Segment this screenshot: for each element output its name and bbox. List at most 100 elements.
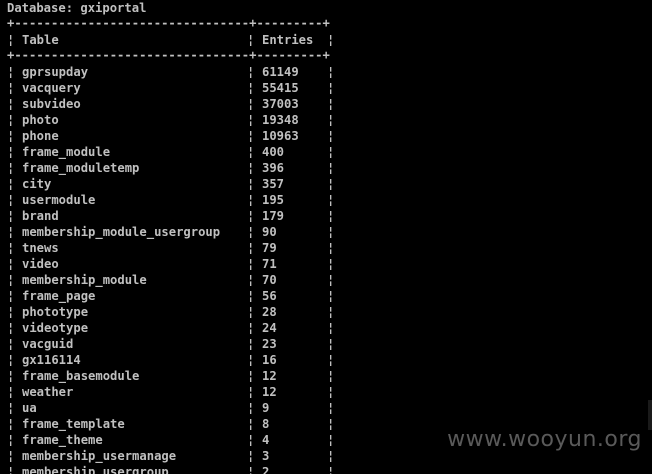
table-name-cell: ua bbox=[22, 401, 37, 415]
column-separator: ¦ bbox=[247, 433, 255, 447]
column-separator: ¦ bbox=[247, 113, 255, 127]
column-separator: ¦ bbox=[7, 209, 15, 223]
column-separator: ¦ bbox=[7, 401, 15, 415]
table-name-cell: frame_theme bbox=[22, 433, 103, 447]
console-window: Database: gxiportal +-------------------… bbox=[0, 0, 652, 474]
column-separator: ¦ bbox=[327, 289, 335, 303]
entries-cell: 90 bbox=[262, 225, 277, 239]
column-separator: ¦ bbox=[7, 81, 15, 95]
column-separator: ¦ bbox=[247, 193, 255, 207]
column-separator: ¦ bbox=[327, 113, 335, 127]
column-separator: ¦ bbox=[247, 337, 255, 351]
entries-cell: 357 bbox=[262, 177, 285, 191]
column-separator: ¦ bbox=[247, 129, 255, 143]
table-border-top: +--------------------------------+------… bbox=[7, 16, 330, 30]
column-separator: ¦ bbox=[247, 321, 255, 335]
entries-cell: 61149 bbox=[262, 65, 299, 79]
table-name-cell: brand bbox=[22, 209, 59, 223]
column-separator: ¦ bbox=[327, 385, 335, 399]
column-separator: ¦ bbox=[7, 177, 15, 191]
column-separator: ¦ bbox=[327, 417, 335, 431]
table-name-cell: frame_basemodule bbox=[22, 369, 140, 383]
column-separator: ¦ bbox=[247, 65, 255, 79]
entries-cell: 56 bbox=[262, 289, 277, 303]
column-separator: ¦ bbox=[247, 81, 255, 95]
table-row: ¦ membership_usergroup ¦ 2 ¦ bbox=[0, 464, 652, 474]
entries-cell: 70 bbox=[262, 273, 277, 287]
entries-cell: 179 bbox=[262, 209, 285, 223]
column-separator: ¦ bbox=[7, 449, 15, 463]
table-name-cell: vacquery bbox=[22, 81, 81, 95]
entries-cell: 19348 bbox=[262, 113, 299, 127]
table-name-cell: videotype bbox=[22, 321, 89, 335]
table-row: ¦ subvideo ¦ 37003 ¦ bbox=[0, 96, 652, 112]
table-name-cell: subvideo bbox=[22, 97, 81, 111]
table-name-cell: weather bbox=[22, 385, 74, 399]
column-separator: ¦ bbox=[327, 273, 335, 287]
table-row: ¦ gx116114 ¦ 16 ¦ bbox=[0, 352, 652, 368]
table-name-cell: usermodule bbox=[22, 193, 96, 207]
column-separator: ¦ bbox=[247, 449, 255, 463]
column-separator: ¦ bbox=[247, 209, 255, 223]
column-separator: ¦ bbox=[327, 129, 335, 143]
table-border-mid: +--------------------------------+------… bbox=[7, 48, 330, 62]
scrollbar-hint bbox=[648, 400, 652, 430]
entries-cell: 195 bbox=[262, 193, 285, 207]
column-separator: ¦ bbox=[327, 321, 335, 335]
table-name-cell: gprsupday bbox=[22, 65, 89, 79]
table-row: ¦ usermodule ¦ 195 ¦ bbox=[0, 192, 652, 208]
entries-cell: 16 bbox=[262, 353, 277, 367]
column-separator: ¦ bbox=[247, 385, 255, 399]
table-row: ¦ city ¦ 357 ¦ bbox=[0, 176, 652, 192]
column-separator: ¦ bbox=[7, 417, 15, 431]
table-row: ¦ phototype ¦ 28 ¦ bbox=[0, 304, 652, 320]
column-separator: ¦ bbox=[327, 209, 335, 223]
entries-cell: 23 bbox=[262, 337, 277, 351]
table-row: ¦ frame_basemodule ¦ 12 ¦ bbox=[0, 368, 652, 384]
table-row: ¦ videotype ¦ 24 ¦ bbox=[0, 320, 652, 336]
column-separator: ¦ bbox=[7, 161, 15, 175]
column-separator: ¦ bbox=[7, 225, 15, 239]
table-name-cell: membership_usermanage bbox=[22, 449, 177, 463]
entries-cell: 2 bbox=[262, 465, 270, 474]
header-table: Table bbox=[22, 33, 59, 47]
column-separator: ¦ bbox=[247, 33, 255, 47]
column-separator: ¦ bbox=[247, 225, 255, 239]
table-row: ¦ frame_moduletemp ¦ 396 ¦ bbox=[0, 160, 652, 176]
table-row: ¦ membership_module ¦ 70 ¦ bbox=[0, 272, 652, 288]
column-separator: ¦ bbox=[7, 353, 15, 367]
entries-cell: 10963 bbox=[262, 129, 299, 143]
column-separator: ¦ bbox=[327, 177, 335, 191]
column-separator: ¦ bbox=[7, 193, 15, 207]
database-line: Database: gxiportal bbox=[7, 1, 147, 15]
table-row: ¦ vacquery ¦ 55415 ¦ bbox=[0, 80, 652, 96]
column-separator: ¦ bbox=[7, 305, 15, 319]
table-row: ¦ frame_module ¦ 400 ¦ bbox=[0, 144, 652, 160]
column-separator: ¦ bbox=[327, 257, 335, 271]
table-name-cell: membership_usergroup bbox=[22, 465, 169, 474]
column-separator: ¦ bbox=[327, 193, 335, 207]
entries-cell: 55415 bbox=[262, 81, 299, 95]
column-separator: ¦ bbox=[247, 401, 255, 415]
column-separator: ¦ bbox=[247, 353, 255, 367]
entries-cell: 37003 bbox=[262, 97, 299, 111]
table-row: ¦ vacguid ¦ 23 ¦ bbox=[0, 336, 652, 352]
column-separator: ¦ bbox=[327, 369, 335, 383]
column-separator: ¦ bbox=[7, 241, 15, 255]
entries-cell: 9 bbox=[262, 401, 270, 415]
table-name-cell: phone bbox=[22, 129, 59, 143]
column-separator: ¦ bbox=[247, 305, 255, 319]
table-row: ¦ photo ¦ 19348 ¦ bbox=[0, 112, 652, 128]
table-name-cell: membership_module_usergroup bbox=[22, 225, 221, 239]
table-name-cell: frame_page bbox=[22, 289, 96, 303]
entries-cell: 3 bbox=[262, 449, 270, 463]
column-separator: ¦ bbox=[327, 353, 335, 367]
table-name-cell: frame_module bbox=[22, 145, 111, 159]
column-separator: ¦ bbox=[327, 449, 335, 463]
column-separator: ¦ bbox=[327, 161, 335, 175]
table-header-row: ¦ Table ¦ Entries ¦ bbox=[0, 32, 652, 48]
column-separator: ¦ bbox=[327, 145, 335, 159]
watermark-text: www.wooyun.org bbox=[447, 427, 642, 452]
entries-cell: 4 bbox=[262, 433, 270, 447]
table-name-cell: frame_moduletemp bbox=[22, 161, 140, 175]
